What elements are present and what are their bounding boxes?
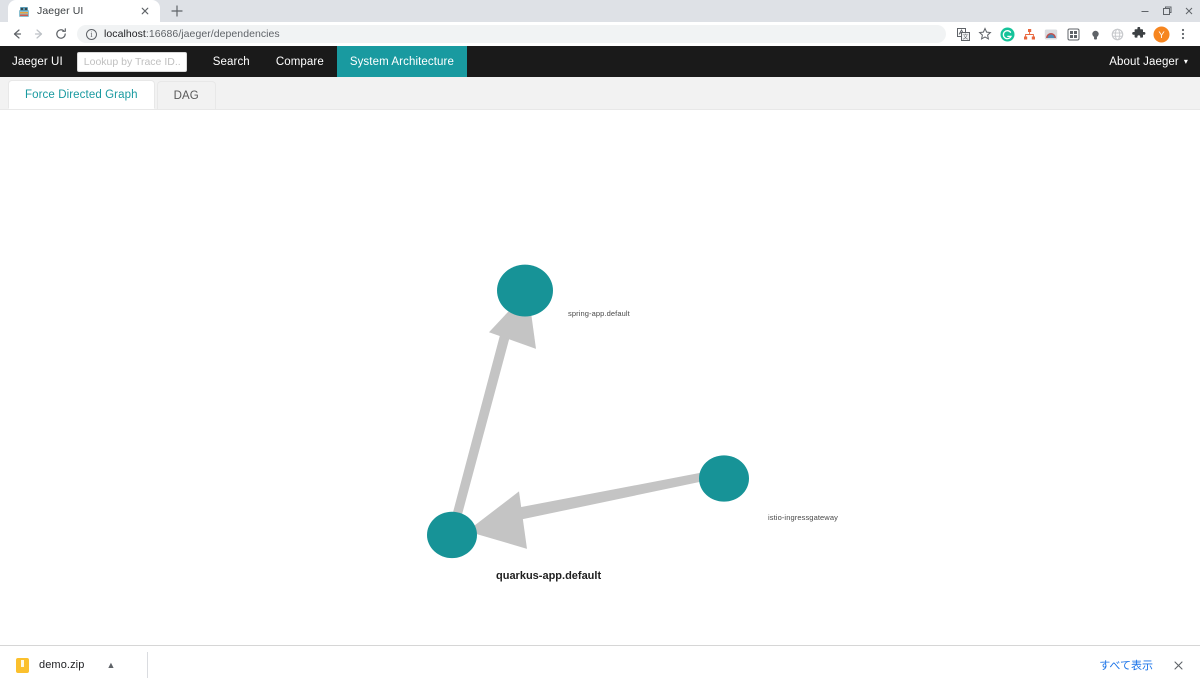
address-bar-url: localhost:16686/jaeger/dependencies — [104, 28, 280, 40]
jaeger-favicon — [18, 5, 30, 17]
graph-node-label-quarkus-app: quarkus-app.default — [496, 570, 602, 582]
tab-force-directed-graph[interactable]: Force Directed Graph — [8, 80, 155, 109]
download-file-name: demo.zip — [39, 659, 85, 671]
zip-file-icon — [16, 657, 29, 673]
dependency-graph-svg — [427, 264, 749, 559]
profile-avatar[interactable]: Y — [1150, 23, 1172, 45]
show-all-downloads-button[interactable]: すべて表示 — [1088, 652, 1164, 678]
tab-dag[interactable]: DAG — [156, 81, 216, 109]
browser-window: Jaeger UI i localhost:16686/jaeger/depen… — [0, 0, 1200, 684]
nav-link-compare[interactable]: Compare — [263, 46, 337, 77]
window-close-icon[interactable] — [1178, 0, 1200, 22]
grid-icon[interactable] — [1062, 23, 1084, 45]
forward-button[interactable] — [28, 23, 50, 45]
graph-node-istio-ingressgateway[interactable] — [699, 455, 749, 502]
sitemap-icon[interactable] — [1018, 23, 1040, 45]
jaeger-navbar: Jaeger UI Search Compare System Architec… — [0, 46, 1200, 77]
about-jaeger-label: About Jaeger — [1109, 55, 1179, 68]
architecture-tabs: Force Directed Graph DAG — [0, 77, 1200, 110]
bookmark-star-icon[interactable] — [974, 23, 996, 45]
window-minimize-icon[interactable] — [1134, 0, 1156, 22]
graph-node-label-istio-ingressgateway: istio-ingressgateway — [768, 513, 838, 522]
extension-toolbar: 文 Y — [952, 23, 1194, 45]
download-shelf-actions: すべて表示 — [1088, 652, 1192, 678]
new-tab-button[interactable] — [166, 0, 188, 22]
download-shelf: demo.zip ▲ すべて表示 — [0, 645, 1200, 684]
nav-link-search[interactable]: Search — [200, 46, 263, 77]
window-maximize-icon[interactable] — [1156, 0, 1178, 22]
browser-tab-title: Jaeger UI — [37, 5, 84, 17]
screenshot-icon[interactable] — [1040, 23, 1062, 45]
jaeger-navbar-right: About Jaeger ▾ — [1096, 46, 1200, 77]
svg-text:Y: Y — [1158, 30, 1165, 41]
back-button[interactable] — [6, 23, 28, 45]
window-controls — [1134, 0, 1200, 22]
edge-quarkus-to-spring — [447, 290, 536, 535]
extensions-puzzle-icon[interactable] — [1128, 23, 1150, 45]
svg-text:文: 文 — [962, 33, 968, 41]
graph-node-label-spring-app: spring-app.default — [568, 309, 630, 318]
globe-icon[interactable] — [1106, 23, 1128, 45]
browser-toolbar: i localhost:16686/jaeger/dependencies 文 — [0, 22, 1200, 46]
edge-istio-to-quarkus — [467, 472, 703, 549]
graph-node-spring-app[interactable] — [497, 264, 553, 317]
dependency-graph-canvas[interactable]: spring-app.default istio-ingressgateway … — [0, 110, 1200, 684]
address-bar[interactable]: i localhost:16686/jaeger/dependencies — [77, 25, 946, 43]
translate-icon[interactable]: 文 — [952, 23, 974, 45]
url-host: localhost — [104, 28, 146, 40]
chevron-up-icon[interactable]: ▲ — [106, 660, 115, 670]
download-shelf-close-icon[interactable] — [1168, 655, 1188, 675]
jaeger-brand[interactable]: Jaeger UI — [0, 56, 77, 68]
trace-id-search-input[interactable] — [76, 51, 187, 72]
chevron-down-icon: ▾ — [1183, 57, 1188, 66]
chrome-menu-icon[interactable] — [1172, 23, 1194, 45]
browser-tab-strip: Jaeger UI — [0, 0, 1200, 22]
browser-tab[interactable]: Jaeger UI — [8, 0, 160, 22]
about-jaeger-menu[interactable]: About Jaeger ▾ — [1096, 46, 1188, 77]
graph-node-quarkus-app[interactable] — [427, 511, 477, 559]
url-path: :16686/jaeger/dependencies — [145, 28, 280, 40]
adblock-icon[interactable] — [1084, 23, 1106, 45]
browser-tab-close-icon[interactable] — [138, 4, 152, 18]
nav-link-system-architecture[interactable]: System Architecture — [336, 46, 467, 77]
grammarly-icon[interactable] — [996, 23, 1018, 45]
page-viewport: Jaeger UI Search Compare System Architec… — [0, 46, 1200, 684]
download-item[interactable]: demo.zip ▲ — [8, 652, 148, 678]
reload-button[interactable] — [50, 23, 72, 45]
site-info-icon[interactable]: i — [86, 28, 97, 40]
